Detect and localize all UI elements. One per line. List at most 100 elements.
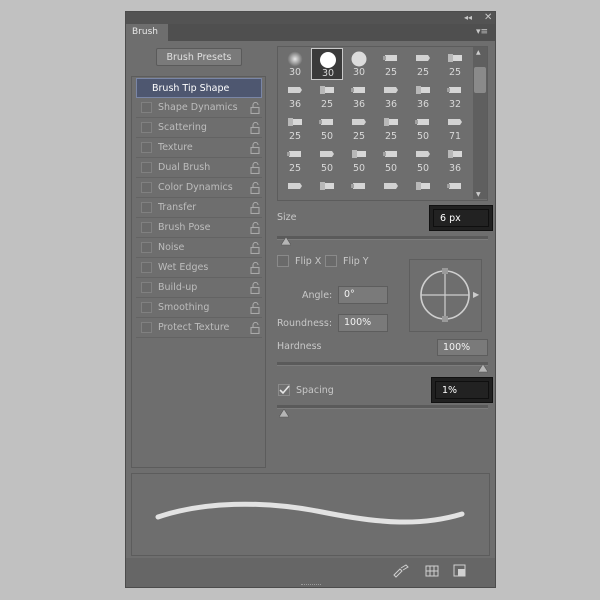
brush-tip[interactable]: 50 — [375, 144, 407, 176]
brush-tip[interactable]: 71 — [439, 112, 471, 144]
unlock-icon[interactable] — [250, 222, 260, 234]
sidebar-item-checkbox[interactable] — [141, 322, 152, 333]
spacing-checkbox[interactable] — [278, 384, 290, 396]
unlock-icon[interactable] — [250, 202, 260, 214]
brush-tip[interactable] — [343, 176, 375, 200]
angle-input[interactable]: 0° — [338, 286, 388, 304]
sidebar-item-checkbox[interactable] — [141, 142, 152, 153]
brush-tip[interactable]: 25 — [279, 144, 311, 176]
unlock-icon[interactable] — [250, 102, 260, 114]
sidebar-item-scattering[interactable]: Scattering — [136, 118, 262, 138]
unlock-icon[interactable] — [250, 262, 260, 274]
brush-tip[interactable]: 50 — [343, 144, 375, 176]
brush-tip[interactable]: 50 — [407, 144, 439, 176]
sidebar-item-wet-edges[interactable]: Wet Edges — [136, 258, 262, 278]
sidebar-item-brush-tip-shape[interactable]: Brush Tip Shape — [136, 78, 262, 98]
size-input[interactable]: 6 px — [433, 209, 489, 227]
tips-scrollbar-thumb[interactable] — [474, 67, 486, 93]
brush-tip[interactable]: 36 — [375, 80, 407, 112]
brush-tip[interactable]: 25 — [375, 48, 407, 80]
brush-tip[interactable] — [279, 176, 311, 200]
brush-tip[interactable]: 25 — [279, 112, 311, 144]
sidebar-item-checkbox[interactable] — [141, 182, 152, 193]
sidebar-item-checkbox[interactable] — [141, 302, 152, 313]
sidebar-item-checkbox[interactable] — [141, 162, 152, 173]
brush-tip[interactable]: 25 — [439, 48, 471, 80]
brush-tip[interactable]: 25 — [407, 48, 439, 80]
brush-tip[interactable]: 36 — [343, 80, 375, 112]
brush-tip[interactable] — [407, 176, 439, 200]
sidebar-item-checkbox[interactable] — [141, 122, 152, 133]
bristle-brush-icon — [384, 183, 398, 189]
flip-x-checkbox[interactable] — [277, 255, 289, 267]
sidebar-item-checkbox[interactable] — [141, 102, 152, 113]
brush-tip[interactable] — [375, 176, 407, 200]
angle-crosshair-icon[interactable] — [410, 260, 481, 331]
size-slider-thumb[interactable] — [281, 237, 292, 246]
sidebar-item-transfer[interactable]: Transfer — [136, 198, 262, 218]
hardness-slider-track[interactable] — [277, 362, 488, 366]
sidebar-item-checkbox[interactable] — [141, 282, 152, 293]
brush-tip[interactable]: 32 — [439, 80, 471, 112]
brush-presets-button[interactable]: Brush Presets — [156, 48, 242, 66]
brush-tip[interactable] — [439, 176, 471, 200]
unlock-icon[interactable] — [250, 122, 260, 134]
brush-tip[interactable]: 25 — [375, 112, 407, 144]
tab-brush[interactable]: Brush — [126, 24, 168, 41]
unlock-icon[interactable] — [250, 282, 260, 294]
brush-tip[interactable]: 30 — [279, 48, 311, 80]
unlock-icon[interactable] — [250, 142, 260, 154]
unlock-icon[interactable] — [250, 302, 260, 314]
unlock-icon[interactable] — [250, 182, 260, 194]
sidebar-item-checkbox[interactable] — [141, 202, 152, 213]
sidebar-item-brush-pose[interactable]: Brush Pose — [136, 218, 262, 238]
brush-tip[interactable]: 25 — [343, 112, 375, 144]
sidebar-item-shape-dynamics[interactable]: Shape Dynamics — [136, 98, 262, 118]
brush-tip[interactable]: 50 — [407, 112, 439, 144]
spacing-input[interactable]: 1% — [435, 381, 489, 399]
unlock-icon[interactable] — [250, 322, 260, 334]
brush-tip[interactable] — [311, 176, 343, 200]
angle-roundness-widget[interactable] — [409, 259, 482, 332]
brush-tip[interactable]: 25 — [311, 80, 343, 112]
double-chevron-left-icon[interactable]: ◂◂ — [464, 13, 472, 22]
brush-tip-size: 25 — [416, 67, 430, 78]
sidebar-item-texture[interactable]: Texture — [136, 138, 262, 158]
sidebar-item-checkbox[interactable] — [141, 242, 152, 253]
sidebar-item-checkbox[interactable] — [141, 222, 152, 233]
close-icon[interactable]: ✕ — [484, 12, 492, 23]
unlock-icon[interactable] — [250, 242, 260, 254]
create-new-brush-icon[interactable] — [392, 564, 410, 578]
hardness-slider-thumb[interactable] — [478, 364, 488, 373]
size-slider-track[interactable] — [277, 236, 488, 240]
brush-tip[interactable]: 50 — [311, 112, 343, 144]
sidebar-item-dual-brush[interactable]: Dual Brush — [136, 158, 262, 178]
sidebar-item-noise[interactable]: Noise — [136, 238, 262, 258]
brush-tip[interactable]: 50 — [311, 144, 343, 176]
roundness-input[interactable]: 100% — [338, 314, 388, 332]
sidebar-item-protect-texture[interactable]: Protect Texture — [136, 318, 262, 338]
flip-y-checkbox[interactable] — [325, 255, 337, 267]
spacing-slider-track[interactable] — [277, 405, 488, 409]
unlock-icon[interactable] — [250, 162, 260, 174]
grid-icon[interactable] — [425, 565, 439, 577]
scroll-down-icon[interactable]: ▼ — [476, 191, 481, 198]
brush-tip[interactable]: 30 — [311, 48, 343, 80]
sidebar-item-build-up[interactable]: Build-up — [136, 278, 262, 298]
panel-menu-icon[interactable]: ▾≡ — [476, 27, 488, 37]
brush-tip[interactable]: 30 — [343, 48, 375, 80]
new-preset-icon[interactable] — [453, 564, 466, 577]
hardness-input[interactable]: 100% — [437, 339, 488, 356]
angle-arrow-icon[interactable]: ▶ — [473, 290, 479, 299]
spacing-slider-thumb[interactable] — [279, 409, 289, 418]
brush-tip[interactable]: 36 — [279, 80, 311, 112]
brush-tip[interactable]: 36 — [439, 144, 471, 176]
sidebar-item-checkbox[interactable] — [141, 262, 152, 273]
sidebar-item-smoothing[interactable]: Smoothing — [136, 298, 262, 318]
scroll-up-icon[interactable]: ▲ — [476, 49, 481, 56]
resize-grip[interactable] — [301, 584, 321, 587]
panel-title-strip[interactable] — [126, 12, 495, 24]
brush-tip-size: 36 — [384, 99, 398, 110]
sidebar-item-color-dynamics[interactable]: Color Dynamics — [136, 178, 262, 198]
brush-tip[interactable]: 36 — [407, 80, 439, 112]
